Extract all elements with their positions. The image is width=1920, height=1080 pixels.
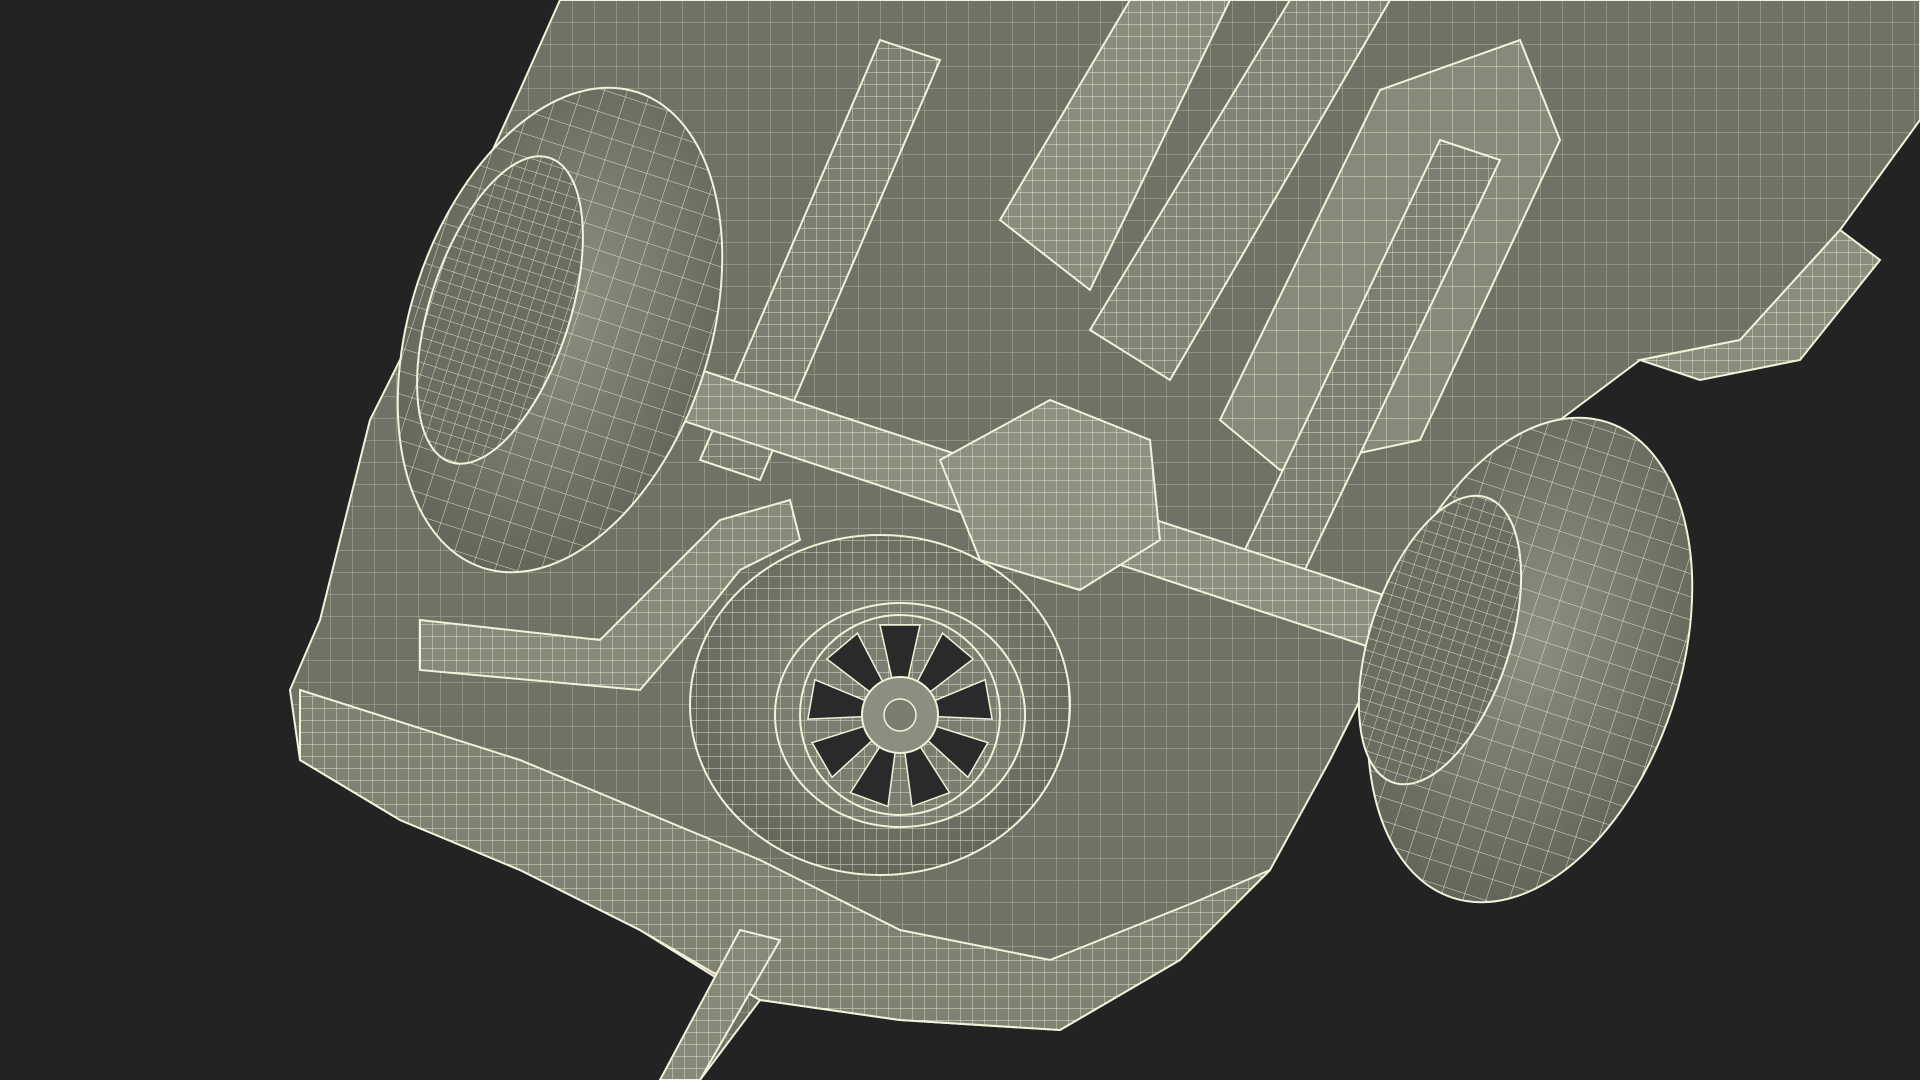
render-viewport: [0, 0, 1920, 1080]
